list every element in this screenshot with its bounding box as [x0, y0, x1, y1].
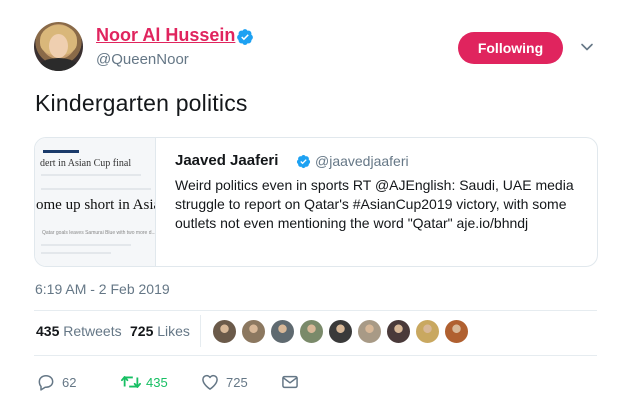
image-headline-small: dert in Asian Cup final: [40, 158, 132, 169]
image-subheadline: Qatar goals leaves Samurai Blue with two…: [42, 230, 156, 236]
following-button[interactable]: Following: [458, 32, 563, 64]
chevron-down-icon[interactable]: [580, 40, 594, 54]
quoted-display-name: Jaaved Jaaferi: [175, 152, 279, 169]
author-handle[interactable]: @QueenNoor: [96, 51, 189, 68]
likes-count: 725: [130, 323, 154, 339]
liker-avatar[interactable]: [270, 319, 295, 344]
quoted-tweet-card[interactable]: dert in Asian Cup final ome up short in …: [34, 137, 598, 267]
image-headline-large: ome up short in Asian: [36, 197, 156, 213]
image-header-bar: [43, 150, 79, 153]
retweet-count: 435: [146, 375, 168, 390]
divider: [34, 310, 597, 311]
likes-stat[interactable]: 725 Likes: [130, 323, 190, 339]
retweets-count: 435: [36, 323, 60, 339]
liker-avatar[interactable]: [444, 319, 469, 344]
like-count: 725: [226, 375, 248, 390]
tweet-text: Kindergarten politics: [35, 90, 248, 116]
quoted-tweet-text: Weird politics even in sports RT @AJEngl…: [175, 177, 574, 231]
like-action[interactable]: 725: [200, 372, 260, 392]
retweets-stat[interactable]: 435 Retweets: [36, 323, 122, 339]
tweet-timestamp[interactable]: 6:19 AM - 2 Feb 2019: [35, 281, 170, 297]
heart-icon: [202, 374, 218, 390]
reply-count: 62: [62, 375, 77, 390]
liker-avatar[interactable]: [328, 319, 353, 344]
liker-avatar[interactable]: [357, 319, 382, 344]
verified-badge-icon: [237, 29, 253, 45]
retweet-action[interactable]: 435: [120, 372, 180, 392]
author-avatar[interactable]: [34, 22, 83, 71]
liker-avatar[interactable]: [415, 319, 440, 344]
image-divider-line: [41, 188, 151, 190]
image-divider-line: [41, 174, 141, 176]
quoted-handle: @jaavedjaaferi: [315, 153, 409, 169]
image-divider-line: [41, 244, 131, 246]
reply-icon: [38, 375, 54, 391]
verified-badge-icon: [296, 154, 311, 169]
divider: [34, 355, 597, 356]
stats-separator: [200, 315, 201, 347]
liker-avatar[interactable]: [212, 319, 237, 344]
likes-label: Likes: [157, 323, 190, 339]
reply-action[interactable]: 62: [36, 372, 96, 392]
retweets-label: Retweets: [63, 323, 122, 339]
avatar-body: [38, 58, 79, 71]
author-display-name[interactable]: Noor Al Hussein: [96, 25, 235, 46]
direct-message-action[interactable]: [280, 372, 302, 392]
image-divider-line: [41, 252, 111, 254]
liker-avatar[interactable]: [299, 319, 324, 344]
quoted-tweet-image[interactable]: dert in Asian Cup final ome up short in …: [35, 138, 156, 266]
liker-avatar[interactable]: [386, 319, 411, 344]
avatar-face: [49, 34, 68, 58]
envelope-icon: [282, 375, 298, 389]
retweet-icon: [121, 376, 141, 388]
liker-avatar[interactable]: [241, 319, 266, 344]
